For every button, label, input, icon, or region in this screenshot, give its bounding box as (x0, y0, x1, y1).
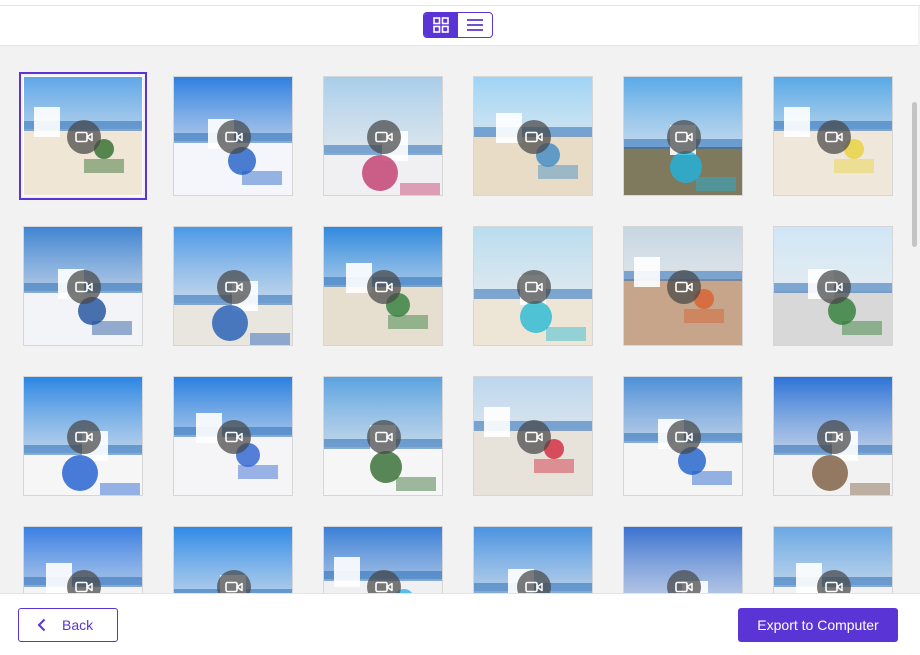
grid-view-button[interactable] (424, 13, 458, 37)
media-thumbnail[interactable] (473, 76, 593, 196)
media-thumbnail[interactable] (773, 76, 893, 196)
video-badge (817, 420, 851, 454)
vertical-scrollbar[interactable] (910, 47, 920, 593)
video-camera-icon (75, 581, 93, 593)
video-camera-icon (825, 131, 843, 143)
video-badge (67, 420, 101, 454)
list-view-button[interactable] (458, 13, 492, 37)
video-camera-icon (225, 431, 243, 443)
list-icon (467, 19, 483, 31)
media-thumbnail[interactable] (323, 226, 443, 346)
media-thumbnail[interactable] (323, 376, 443, 496)
media-thumbnail[interactable] (23, 226, 143, 346)
video-camera-icon (675, 281, 693, 293)
photo-export-window: Back Export to Computer (0, 0, 920, 655)
video-camera-icon (225, 131, 243, 143)
scrollbar-thumb[interactable] (912, 102, 917, 247)
video-camera-icon (525, 431, 543, 443)
back-button[interactable]: Back (18, 608, 118, 642)
media-thumbnail[interactable] (623, 376, 743, 496)
video-badge (817, 120, 851, 154)
media-thumbnail[interactable] (173, 226, 293, 346)
video-camera-icon (375, 131, 393, 143)
video-camera-icon (525, 131, 543, 143)
media-thumbnail[interactable] (323, 76, 443, 196)
video-badge (817, 270, 851, 304)
footer-bar: Back Export to Computer (0, 593, 920, 655)
media-thumbnail[interactable] (173, 526, 293, 593)
video-camera-icon (675, 581, 693, 593)
media-thumbnail[interactable] (773, 526, 893, 593)
media-thumbnail[interactable] (19, 72, 147, 200)
video-badge (67, 120, 101, 154)
media-thumbnail[interactable] (473, 526, 593, 593)
media-thumbnail[interactable] (773, 376, 893, 496)
video-badge (67, 270, 101, 304)
video-camera-icon (75, 431, 93, 443)
media-thumbnail[interactable] (473, 226, 593, 346)
media-thumbnail[interactable] (623, 226, 743, 346)
grid-icon (433, 17, 449, 33)
media-thumbnail[interactable] (623, 526, 743, 593)
video-badge (667, 420, 701, 454)
video-badge (367, 420, 401, 454)
video-camera-icon (75, 131, 93, 143)
media-thumbnail[interactable] (473, 376, 593, 496)
video-badge (367, 270, 401, 304)
media-thumbnail[interactable] (173, 76, 293, 196)
video-camera-icon (825, 431, 843, 443)
video-camera-icon (825, 281, 843, 293)
media-thumbnail[interactable] (323, 526, 443, 593)
video-badge (217, 120, 251, 154)
video-badge (517, 270, 551, 304)
video-camera-icon (225, 281, 243, 293)
video-camera-icon (375, 281, 393, 293)
back-button-label: Back (62, 617, 94, 633)
video-camera-icon (375, 431, 393, 443)
video-camera-icon (675, 431, 693, 443)
video-camera-icon (675, 131, 693, 143)
chevron-left-icon (37, 618, 46, 632)
video-badge (517, 120, 551, 154)
video-camera-icon (525, 581, 543, 593)
media-thumbnail[interactable] (23, 526, 143, 593)
media-thumbnail[interactable] (623, 76, 743, 196)
media-grid (0, 47, 910, 593)
video-camera-icon (525, 281, 543, 293)
export-to-computer-button[interactable]: Export to Computer (738, 608, 898, 642)
video-badge (667, 120, 701, 154)
video-badge (517, 420, 551, 454)
video-badge (217, 270, 251, 304)
video-badge (217, 420, 251, 454)
video-camera-icon (825, 581, 843, 593)
video-camera-icon (375, 581, 393, 593)
video-badge (667, 270, 701, 304)
view-toolbar (0, 6, 918, 46)
video-camera-icon (225, 581, 243, 593)
media-thumbnail[interactable] (23, 376, 143, 496)
media-thumbnail[interactable] (773, 226, 893, 346)
video-camera-icon (75, 281, 93, 293)
view-toggle (423, 12, 493, 38)
video-badge (367, 120, 401, 154)
media-thumbnail[interactable] (173, 376, 293, 496)
